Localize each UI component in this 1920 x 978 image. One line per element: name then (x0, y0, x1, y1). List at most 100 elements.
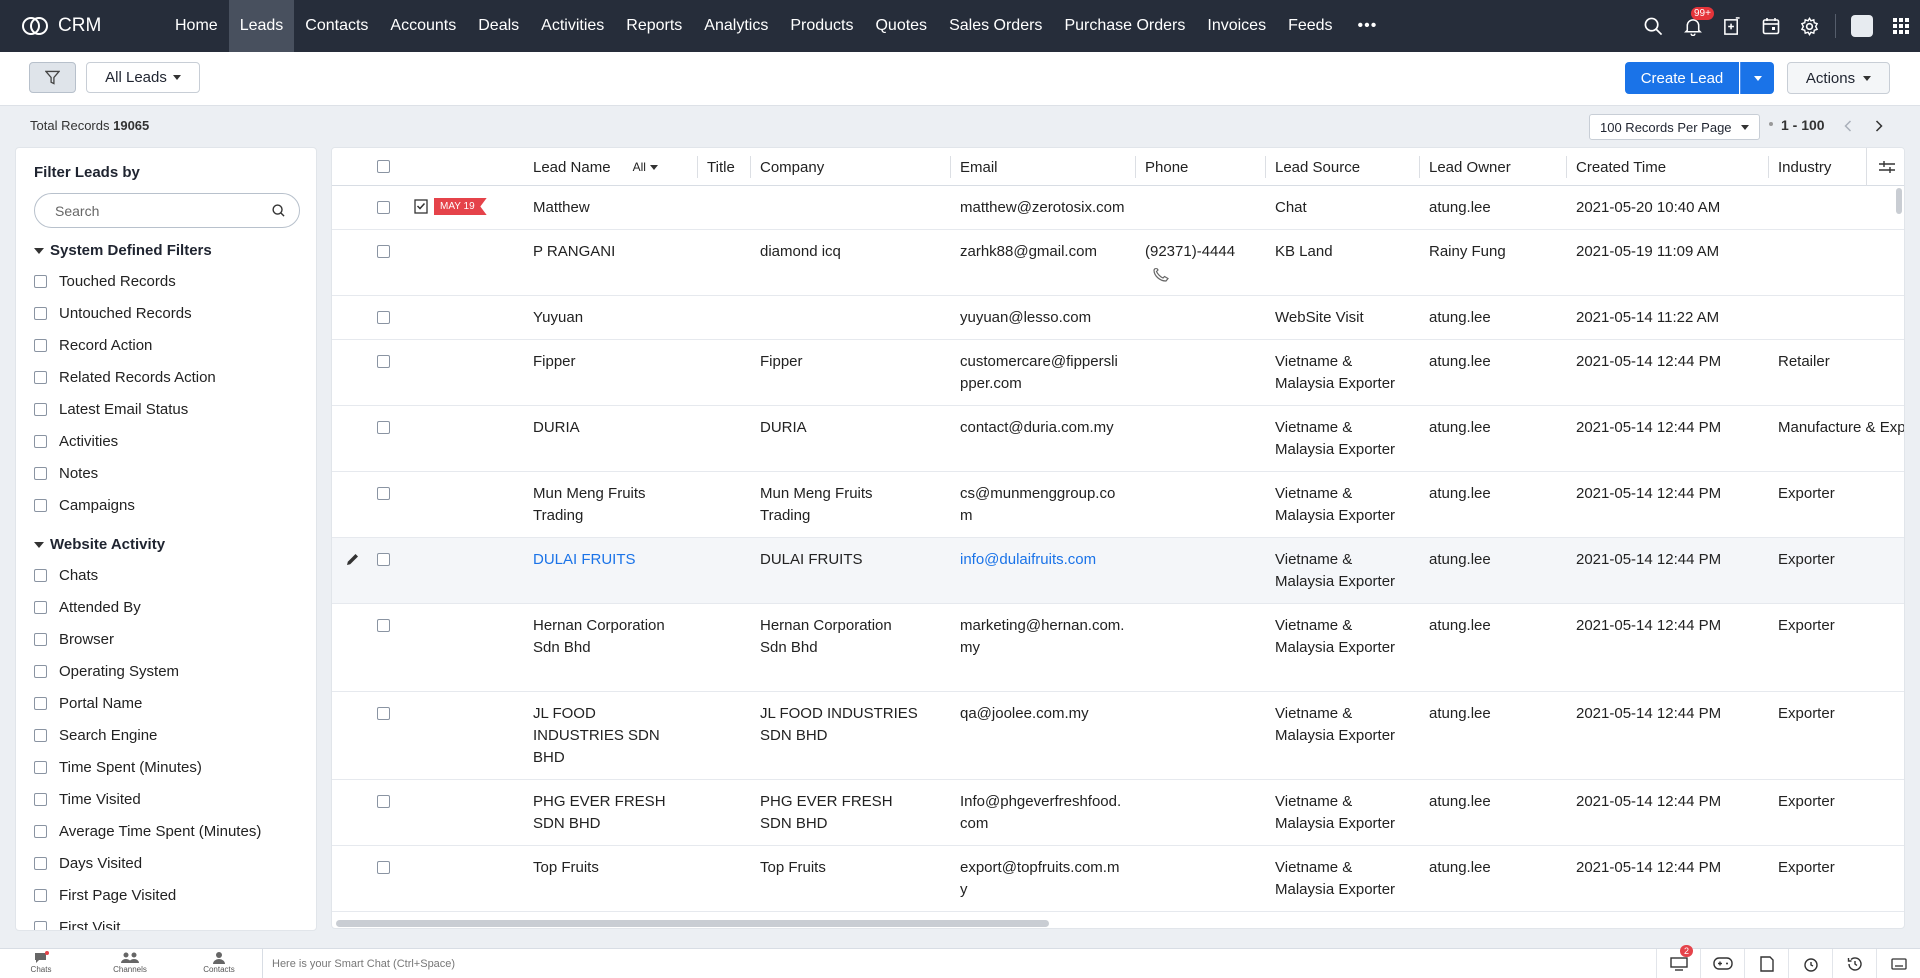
filter-checkbox[interactable] (34, 856, 47, 870)
row-checkbox[interactable] (377, 619, 390, 632)
column-header-phone[interactable]: Phone (1145, 148, 1188, 186)
filter-option-time-spent-minutes[interactable]: Time Spent (Minutes) (34, 751, 261, 783)
cell-name[interactable]: P RANGANI (533, 241, 683, 263)
filter-option-time-visited[interactable]: Time Visited (34, 783, 261, 815)
table-row[interactable]: MAY 19 Matthew matthew@zerotosix.com Chat at… (332, 186, 1904, 230)
filter-checkbox[interactable] (34, 274, 47, 288)
select-all-checkbox[interactable] (377, 160, 390, 173)
sidebar-search-input[interactable]: Search (34, 193, 300, 228)
nav-tab-products[interactable]: Products (779, 0, 864, 52)
cell-name[interactable]: Fipper (533, 351, 683, 373)
table-row[interactable]: Yuyuan yuyuan@lesso.com WebSite Visit atung… (332, 296, 1904, 340)
table-row[interactable]: P RANGANI diamond icq zarhk88@gmail.com (92… (332, 230, 1904, 296)
phone-call-icon[interactable] (1152, 268, 1170, 282)
filter-option-record-action[interactable]: Record Action (34, 329, 216, 361)
column-header-company[interactable]: Company (760, 148, 824, 186)
nav-more-button[interactable]: ••• (1344, 17, 1392, 35)
cell-email[interactable]: customercare@fipperslipper.com (960, 351, 1125, 395)
user-avatar[interactable] (1842, 0, 1881, 52)
filter-checkbox[interactable] (34, 338, 47, 352)
row-checkbox[interactable] (377, 355, 390, 368)
row-checkbox[interactable] (377, 421, 390, 434)
filter-checkbox[interactable] (34, 696, 47, 710)
next-page-button[interactable] (1869, 114, 1889, 138)
filter-checkbox[interactable] (34, 888, 47, 902)
notification-bell-icon[interactable]: 99+ (1673, 0, 1714, 52)
view-selector[interactable]: All Leads (86, 62, 200, 93)
row-checkbox[interactable] (377, 861, 390, 874)
cell-name[interactable]: Mun Meng Fruits Trading (533, 483, 683, 527)
nav-tab-activities[interactable]: Activities (530, 0, 615, 52)
filter-checkbox[interactable] (34, 434, 47, 448)
filter-option-days-visited[interactable]: Days Visited (34, 847, 261, 879)
cell-email[interactable]: cs@munmenggroup.com (960, 483, 1125, 527)
cell-email[interactable]: matthew@zerotosix.com (960, 197, 1125, 219)
table-row[interactable]: DURIA DURIA contact@duria.com.my Vietname &… (332, 406, 1904, 472)
smart-chat-input[interactable]: Here is your Smart Chat (Ctrl+Space) (262, 949, 1652, 978)
filter-option-operating-system[interactable]: Operating System (34, 655, 261, 687)
row-checkbox[interactable] (377, 487, 390, 500)
nav-tab-home[interactable]: Home (164, 0, 229, 52)
column-header-industry[interactable]: Industry (1778, 148, 1831, 186)
column-header-created-time[interactable]: Created Time (1576, 148, 1666, 186)
settings-gear-icon[interactable] (1790, 0, 1829, 52)
filter-toggle-button[interactable] (29, 62, 76, 93)
cell-email[interactable]: info@dulaifruits.com (960, 549, 1125, 571)
filter-checkbox[interactable] (34, 920, 47, 930)
cell-email[interactable]: contact@duria.com.my (960, 417, 1125, 439)
table-row[interactable]: Mun Meng Fruits Trading Mun Meng Fruits T… (332, 472, 1904, 538)
calendar-icon[interactable] (1751, 0, 1790, 52)
cell-name[interactable]: Yuyuan (533, 307, 683, 329)
cell-email[interactable]: export@topfruits.com.my (960, 857, 1125, 901)
column-header-lead-name[interactable]: Lead Name All (533, 148, 658, 186)
cell-email[interactable]: yuyuan@lesso.com (960, 307, 1125, 329)
nav-tab-sales-orders[interactable]: Sales Orders (938, 0, 1053, 52)
cell-name[interactable]: JL FOOD INDUSTRIES SDN BHD (533, 703, 683, 769)
cell-email[interactable]: zarhk88@gmail.com (960, 241, 1125, 263)
vertical-scrollbar[interactable] (1896, 188, 1902, 214)
cell-email[interactable]: Info@phgeverfreshfood.com (960, 791, 1125, 835)
filter-checkbox[interactable] (34, 402, 47, 416)
bottom-channels-button[interactable]: Channels (100, 951, 160, 977)
bottom-chats-button[interactable]: Chats (11, 951, 71, 977)
table-row[interactable]: Top Fruits Top Fruits export@topfruits.com… (332, 846, 1904, 912)
row-checkbox[interactable] (377, 707, 390, 720)
cell-name[interactable]: Matthew (533, 197, 683, 219)
add-note-icon[interactable] (1712, 0, 1751, 52)
cell-name[interactable]: DULAI FRUITS (533, 549, 683, 571)
nav-tab-deals[interactable]: Deals (467, 0, 530, 52)
filter-option-notes[interactable]: Notes (34, 457, 216, 489)
filter-checkbox[interactable] (34, 760, 47, 774)
filter-option-portal-name[interactable]: Portal Name (34, 687, 261, 719)
create-lead-dropdown-button[interactable] (1740, 62, 1774, 94)
nav-tab-contacts[interactable]: Contacts (294, 0, 379, 52)
task-checkbox-icon[interactable] (414, 198, 428, 214)
filter-checkbox[interactable] (34, 466, 47, 480)
nav-tab-leads[interactable]: Leads (228, 0, 295, 52)
filter-checkbox[interactable] (34, 792, 47, 806)
table-row[interactable]: DULAI FRUITS DULAI FRUITS info@dulaifruits… (332, 538, 1904, 604)
row-checkbox[interactable] (377, 201, 390, 214)
website-activity-section-toggle[interactable]: Website Activity (34, 536, 165, 553)
bottom-game-button[interactable] (1700, 949, 1744, 978)
cell-email[interactable]: qa@joolee.com.my (960, 703, 1125, 725)
row-checkbox[interactable] (377, 311, 390, 324)
filter-option-touched-records[interactable]: Touched Records (34, 265, 216, 297)
edit-pencil-icon[interactable] (346, 552, 360, 566)
filter-option-chats[interactable]: Chats (34, 559, 261, 591)
cell-name[interactable]: DURIA (533, 417, 683, 439)
filter-checkbox[interactable] (34, 370, 47, 384)
filter-checkbox[interactable] (34, 728, 47, 742)
filter-checkbox[interactable] (34, 632, 47, 646)
filter-option-campaigns[interactable]: Campaigns (34, 489, 216, 521)
nav-tab-accounts[interactable]: Accounts (379, 0, 467, 52)
filter-option-first-page-visited[interactable]: First Page Visited (34, 879, 261, 911)
nav-tab-quotes[interactable]: Quotes (864, 0, 938, 52)
crm-logo[interactable]: CRM (0, 0, 164, 52)
column-header-email[interactable]: Email (960, 148, 998, 186)
bottom-alarm-button[interactable] (1788, 949, 1832, 978)
bottom-notes-button[interactable] (1744, 949, 1788, 978)
row-checkbox[interactable] (377, 795, 390, 808)
table-row[interactable]: Hernan Corporation Sdn Bhd Hernan Corpora… (332, 604, 1904, 692)
bottom-screen-button[interactable]: 2 (1656, 945, 1700, 978)
